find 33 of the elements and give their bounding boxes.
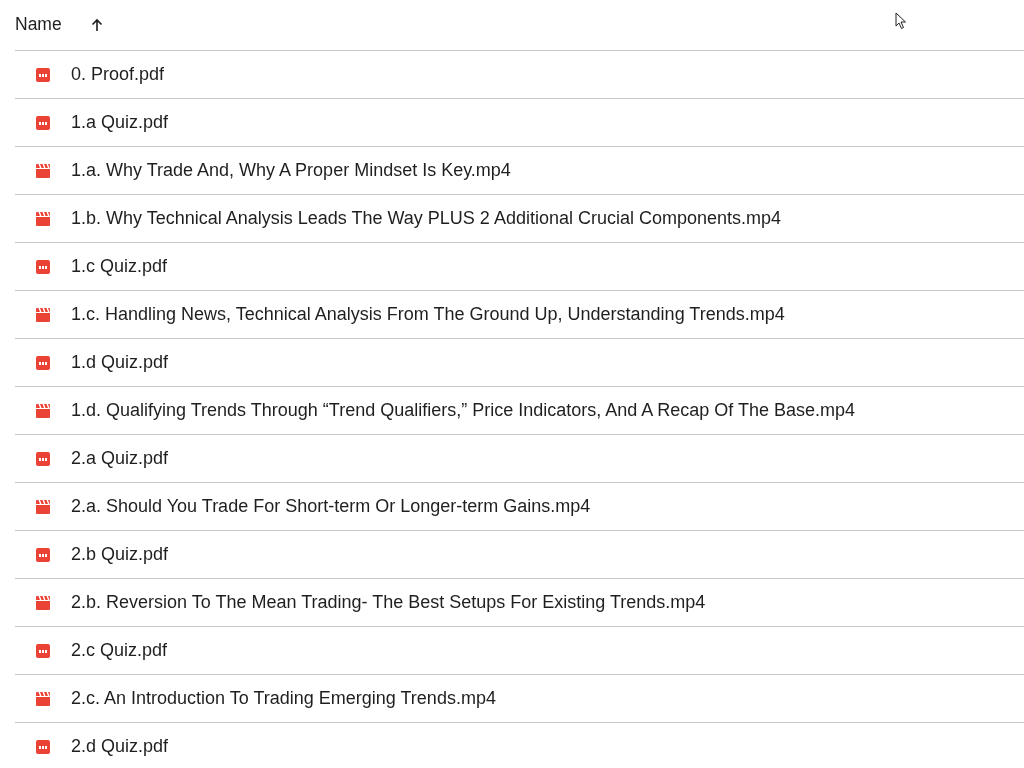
- mouse-pointer-icon: [895, 12, 907, 30]
- pdf-file-icon: [36, 355, 50, 370]
- file-name[interactable]: 1.a. Why Trade And, Why A Proper Mindset Is Key.mp4: [71, 160, 511, 181]
- file-name[interactable]: 1.a Quiz.pdf: [71, 112, 169, 133]
- clapperboard-icon: [36, 163, 50, 178]
- clapperboard-icon: [36, 307, 50, 322]
- file-name[interactable]: 2.a. Should You Trade For Short-term Or Longer-term Gains.mp4: [71, 496, 591, 517]
- file-name[interactable]: 1.d. Qualifying Trends Through “Trend Qualifiers,” Price Indicators, And A Recap Of The Base.mp4: [71, 400, 856, 421]
- clapperboard-icon: [36, 211, 50, 226]
- file-name[interactable]: 2.c Quiz.pdf: [71, 640, 168, 661]
- name-column-header[interactable]: Name: [15, 0, 62, 50]
- pdf-file-icon: [36, 67, 50, 82]
- file-name[interactable]: 2.c. An Introduction To Trading Emerging Trends.mp4: [71, 688, 496, 709]
- file-name[interactable]: 1.c. Handling News, Technical Analysis From The Ground Up, Understanding Trends.mp4: [71, 304, 785, 325]
- pdf-file-icon: [36, 115, 50, 130]
- pdf-file-icon: [36, 451, 50, 466]
- file-name[interactable]: 2.d Quiz.pdf: [71, 736, 169, 757]
- file-name[interactable]: 2.a Quiz.pdf: [71, 448, 169, 469]
- clapperboard-icon: [36, 499, 50, 514]
- file-name[interactable]: 2.b. Reversion To The Mean Trading- The Best Setups For Existing Trends.mp4: [71, 592, 706, 613]
- clapperboard-icon: [36, 595, 50, 610]
- pdf-file-icon: [36, 547, 50, 562]
- pdf-file-icon: [36, 259, 50, 274]
- clapperboard-icon: [36, 403, 50, 418]
- file-name[interactable]: 1.c Quiz.pdf: [71, 256, 168, 277]
- pdf-file-icon: [36, 739, 50, 754]
- file-name[interactable]: 1.d Quiz.pdf: [71, 352, 169, 373]
- file-name[interactable]: 2.b Quiz.pdf: [71, 544, 169, 565]
- file-name[interactable]: 0. Proof.pdf: [71, 64, 165, 85]
- arrow-up-icon[interactable]: [90, 17, 103, 31]
- file-name[interactable]: 1.b. Why Technical Analysis Leads The Way PLUS 2 Additional Crucial Components.mp4: [71, 208, 782, 229]
- pdf-file-icon: [36, 643, 50, 658]
- clapperboard-icon: [36, 691, 50, 706]
